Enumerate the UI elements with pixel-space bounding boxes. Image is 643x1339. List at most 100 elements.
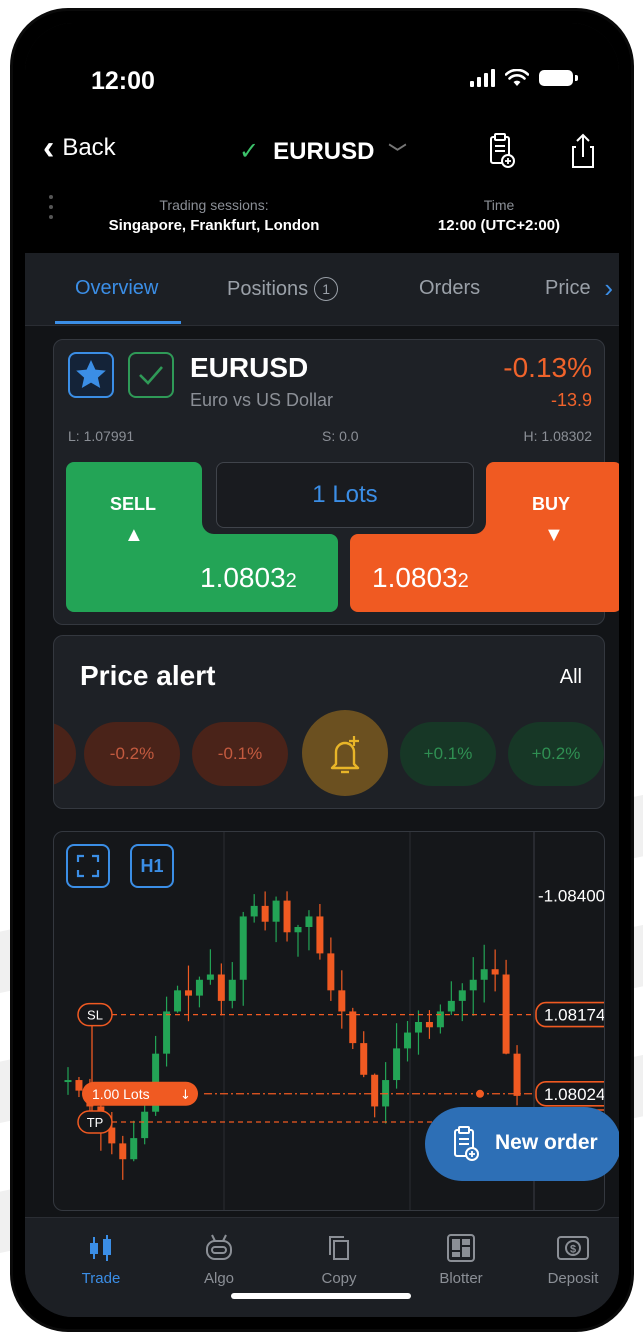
home-indicator bbox=[231, 1293, 411, 1299]
nav-trade[interactable]: Trade bbox=[61, 1232, 141, 1287]
candle-body bbox=[491, 969, 499, 975]
lots-input[interactable]: 1 Lots bbox=[216, 462, 474, 528]
tab-positions-label: Positions bbox=[227, 278, 309, 300]
nav-copy-label: Copy bbox=[321, 1270, 357, 1287]
app-screen: 12:00 ‹ Back ✓ EURUSD ﹀ Trading sessions… bbox=[25, 23, 619, 1317]
arrow-down-icon: ↓ bbox=[180, 1088, 191, 1103]
clipboard-add-icon[interactable] bbox=[483, 131, 519, 171]
sell-label: SELL bbox=[110, 494, 157, 514]
buy-price: 1.08032 bbox=[372, 562, 469, 593]
price-alert-pill-minus-0-1[interactable]: -0.1% bbox=[192, 722, 288, 786]
spread: S: 0.0 bbox=[322, 428, 359, 444]
bell-plus-icon bbox=[330, 736, 360, 774]
expand-icon bbox=[76, 854, 100, 878]
signal-icon bbox=[470, 69, 495, 87]
nav-copy[interactable]: Copy bbox=[299, 1232, 379, 1287]
chevron-left-icon: ‹ bbox=[43, 129, 55, 167]
phone-frame: 12:00 ‹ Back ✓ EURUSD ﹀ Trading sessions… bbox=[10, 8, 634, 1332]
blotter-icon bbox=[447, 1234, 475, 1262]
back-label: Back bbox=[62, 134, 116, 161]
candle-body bbox=[393, 1048, 401, 1081]
new-order-button[interactable]: New order bbox=[425, 1107, 619, 1181]
lots-tag-text: 1.00 Lots bbox=[92, 1086, 150, 1102]
current-price-label-text: 1.08024 bbox=[544, 1085, 605, 1104]
candle-body bbox=[447, 1000, 455, 1012]
candle-body bbox=[239, 916, 247, 980]
candle-body bbox=[338, 990, 346, 1012]
share-icon[interactable] bbox=[565, 131, 601, 171]
candle-body bbox=[119, 1143, 127, 1160]
sl-price-label-text: 1.08174 bbox=[544, 1006, 605, 1025]
tab-bar: Overview Positions 1 Orders Price › bbox=[25, 253, 619, 326]
candle-body bbox=[163, 1011, 171, 1054]
price-axis-label: -1.08400 bbox=[538, 886, 605, 905]
candle-body bbox=[349, 1011, 357, 1044]
battery-icon bbox=[539, 70, 578, 86]
drag-handle-icon[interactable] bbox=[49, 195, 53, 225]
price-alert-pill-plus-0-2[interactable]: +0.2% bbox=[508, 722, 604, 786]
status-bar: 12:00 bbox=[25, 23, 619, 123]
add-alert-button[interactable] bbox=[302, 710, 388, 796]
price-alert-all-link[interactable]: All bbox=[560, 666, 582, 689]
fullscreen-button[interactable] bbox=[66, 844, 110, 888]
svg-text:$: $ bbox=[570, 1244, 576, 1256]
nav-algo-label: Algo bbox=[203, 1270, 235, 1287]
instrument-card: EURUSD Euro vs US Dollar -0.13% -13.9 L:… bbox=[53, 339, 619, 625]
check-icon bbox=[139, 366, 163, 385]
new-order-label: New order bbox=[495, 1131, 598, 1154]
tradable-check-button[interactable] bbox=[128, 352, 174, 398]
nav-bar: ‹ Back ✓ EURUSD ﹀ bbox=[25, 123, 619, 181]
favorite-button[interactable] bbox=[68, 352, 114, 398]
candle-body bbox=[206, 974, 214, 980]
price-alert-card: Price alert All -0.2% -0.1% +0.1% +0.2% bbox=[53, 635, 605, 809]
candle-body bbox=[480, 969, 488, 980]
check-icon: ✓ bbox=[239, 138, 260, 165]
candle-body bbox=[371, 1074, 379, 1107]
candle-body bbox=[469, 979, 477, 991]
price-alert-pill-minus-0-2[interactable]: -0.2% bbox=[84, 722, 180, 786]
session-time: Time 12:00 (UTC+2:00) bbox=[409, 197, 589, 234]
candle-body bbox=[436, 1011, 444, 1028]
buy-label: BUY bbox=[532, 494, 571, 514]
candle-body bbox=[316, 916, 324, 954]
candle-body bbox=[425, 1022, 433, 1028]
nav-deposit[interactable]: $ Deposit bbox=[533, 1232, 613, 1287]
trading-sessions: Trading sessions: Singapore, Frankfurt, … bbox=[99, 197, 329, 234]
sell-price: 1.08032 bbox=[200, 562, 297, 593]
tab-price[interactable]: Price bbox=[545, 277, 591, 300]
tab-orders[interactable]: Orders bbox=[419, 277, 480, 300]
candle-body bbox=[217, 974, 225, 1001]
star-icon bbox=[76, 360, 106, 388]
session-time-value: 12:00 (UTC+2:00) bbox=[437, 217, 561, 234]
candle-body bbox=[272, 900, 280, 922]
nav-blotter[interactable]: Blotter bbox=[421, 1232, 501, 1287]
trading-sessions-value: Singapore, Frankfurt, London bbox=[108, 217, 320, 234]
price-alert-pill-partial[interactable] bbox=[54, 722, 76, 786]
candles-icon bbox=[90, 1235, 111, 1261]
tab-overview[interactable]: Overview bbox=[75, 277, 158, 300]
timeframe-button[interactable]: H1 bbox=[130, 844, 174, 888]
candle-body bbox=[228, 979, 236, 1001]
symbol-selector[interactable]: ✓ EURUSD ﹀ bbox=[239, 137, 406, 166]
candle-body bbox=[130, 1138, 138, 1160]
positions-count-badge: 1 bbox=[314, 277, 339, 301]
tab-positions[interactable]: Positions 1 bbox=[227, 277, 339, 301]
chevron-right-icon[interactable]: › bbox=[604, 273, 613, 304]
day-low: L: 1.07991 bbox=[68, 428, 135, 444]
session-time-label: Time bbox=[483, 197, 515, 213]
candle-body bbox=[513, 1053, 521, 1096]
nav-blotter-label: Blotter bbox=[439, 1270, 483, 1287]
tp-tag-text: TP bbox=[87, 1115, 104, 1130]
status-time: 12:00 bbox=[91, 67, 155, 95]
candle-body bbox=[195, 979, 203, 996]
trading-sessions-bar: Trading sessions: Singapore, Frankfurt, … bbox=[25, 181, 619, 253]
active-tab-indicator bbox=[55, 321, 181, 324]
candle-body bbox=[174, 990, 182, 1012]
instrument-symbol: EURUSD bbox=[190, 352, 309, 383]
price-alert-pill-plus-0-1[interactable]: +0.1% bbox=[400, 722, 496, 786]
candle-body bbox=[327, 953, 335, 991]
candle-body bbox=[64, 1080, 72, 1083]
nav-algo[interactable]: Algo bbox=[179, 1232, 259, 1287]
back-button[interactable]: ‹ Back bbox=[43, 129, 116, 167]
candle-body bbox=[404, 1032, 412, 1049]
